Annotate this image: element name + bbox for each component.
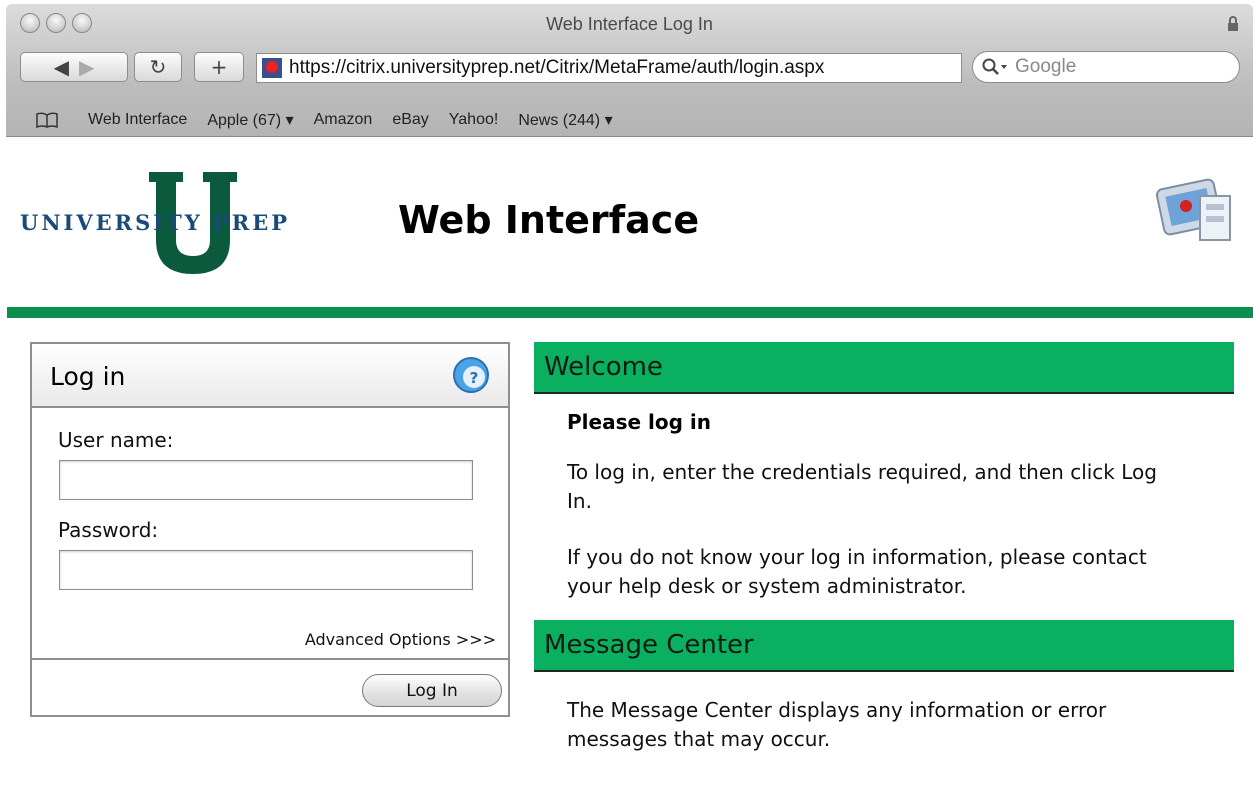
forward-arrow-icon[interactable]: ▶ xyxy=(79,55,94,79)
search-placeholder: Google xyxy=(1015,56,1077,77)
reload-icon: ↻ xyxy=(149,55,167,79)
search-field[interactable]: Google xyxy=(972,51,1240,83)
bookmark-yahoo[interactable]: Yahoo! xyxy=(449,111,499,129)
password-input[interactable] xyxy=(59,550,473,590)
welcome-paragraph-1: To log in, enter the credentials require… xyxy=(567,460,1157,513)
title-bar: Web Interface Log In xyxy=(6,4,1253,44)
message-center-title: Message Center xyxy=(544,630,754,660)
university-prep-logo: UNIVERSITY PREP xyxy=(20,170,380,280)
logo-text: UNIVERSITY PREP xyxy=(20,210,291,235)
lock-icon xyxy=(1228,16,1238,31)
address-bar[interactable]: https://citrix.universityprep.net/Citrix… xyxy=(256,53,962,83)
back-arrow-icon[interactable]: ◀ xyxy=(54,55,69,79)
citrix-app-icon xyxy=(1156,178,1231,241)
message-center-header: Message Center xyxy=(534,620,1234,672)
bookmark-apple[interactable]: Apple (67) ▾ xyxy=(207,110,293,130)
address-text: https://citrix.universityprep.net/Citrix… xyxy=(289,57,825,78)
bookmark-web-interface[interactable]: Web Interface xyxy=(88,111,187,129)
bookmark-ebay[interactable]: eBay xyxy=(392,111,428,129)
header-divider xyxy=(7,307,1253,318)
back-forward-control: ◀ ▶ xyxy=(20,52,128,82)
welcome-heading: Please log in xyxy=(567,410,711,434)
search-icon xyxy=(982,58,1007,75)
login-footer-divider xyxy=(32,658,508,660)
bookmark-news[interactable]: News (244) ▾ xyxy=(518,110,612,130)
welcome-header: Welcome xyxy=(534,342,1234,394)
log-in-button[interactable]: Log In xyxy=(362,674,502,707)
login-panel-header: Log in ? xyxy=(32,344,508,408)
password-label: Password: xyxy=(58,518,159,542)
reload-button[interactable]: ↻ xyxy=(134,52,182,82)
add-bookmark-button[interactable]: + xyxy=(194,52,244,82)
bookmark-amazon[interactable]: Amazon xyxy=(314,111,373,129)
browser-toolbar: ◀ ▶ ↻ + https://citrix.universityprep.ne… xyxy=(6,48,1253,94)
bookmarks-bar: Web Interface Apple (67) ▾ Amazon eBay Y… xyxy=(6,106,1253,134)
site-favicon xyxy=(262,58,282,78)
page-title: Web Interface xyxy=(398,198,700,242)
advanced-options-link[interactable]: Advanced Options >>> xyxy=(305,630,496,649)
welcome-paragraph-2: If you do not know your log in informati… xyxy=(567,545,1147,598)
login-panel: Log in ? User name: Password: Advanced O… xyxy=(30,342,510,717)
welcome-title: Welcome xyxy=(544,352,663,382)
login-title: Log in xyxy=(50,362,126,391)
browser-chrome: Web Interface Log In ◀ ▶ ↻ + https://cit… xyxy=(6,4,1253,137)
svg-text:?: ? xyxy=(470,369,479,387)
help-icon[interactable]: ? xyxy=(450,354,492,396)
username-label: User name: xyxy=(58,428,174,452)
book-icon[interactable] xyxy=(36,112,58,128)
window-title: Web Interface Log In xyxy=(546,14,713,34)
username-input[interactable] xyxy=(59,460,473,500)
message-center-text: The Message Center displays any informat… xyxy=(567,698,1107,751)
plus-icon: + xyxy=(210,55,228,79)
